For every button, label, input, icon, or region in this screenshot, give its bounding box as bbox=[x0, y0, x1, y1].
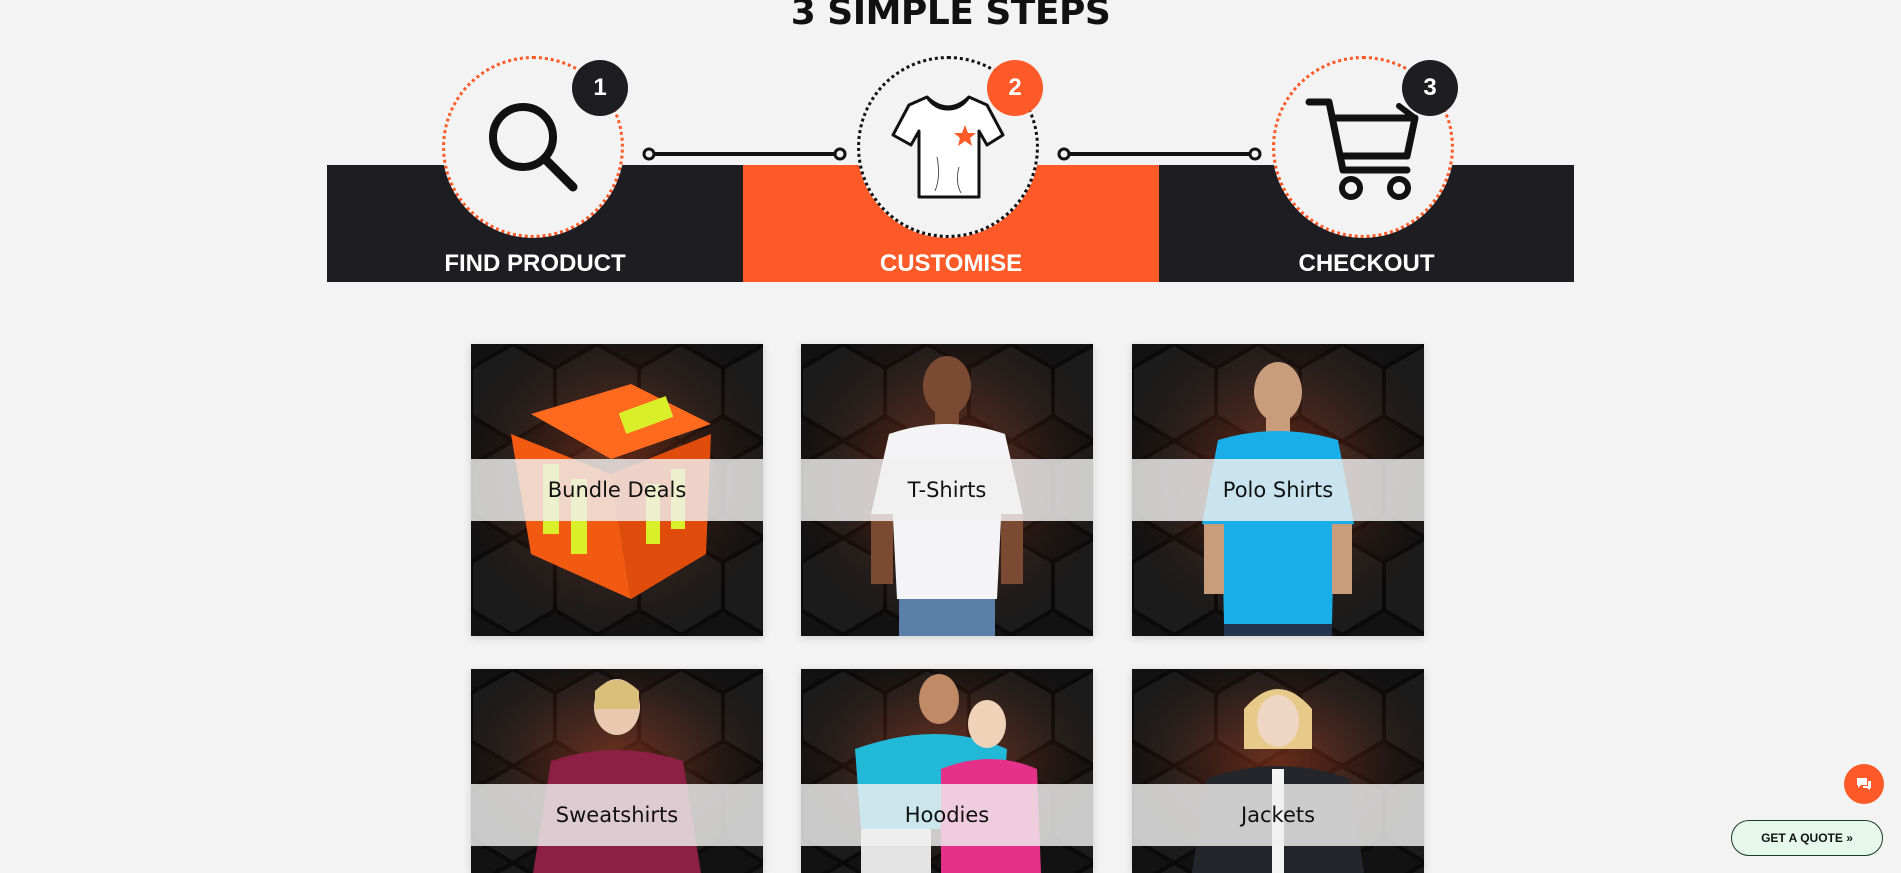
search-icon bbox=[489, 103, 578, 192]
shopping-cart-icon bbox=[1305, 98, 1419, 200]
category-label: Bundle Deals bbox=[547, 478, 687, 502]
steps-banner: FIND PRODUCT CUSTOMISE CHECKOUT 1 2 3 bbox=[327, 52, 1574, 282]
category-label: Hoodies bbox=[904, 803, 990, 827]
category-card-hoodies[interactable]: Hoodies bbox=[801, 669, 1093, 873]
category-card-t-shirts[interactable]: T-Shirts bbox=[801, 344, 1093, 636]
step-label-find: FIND PRODUCT bbox=[444, 250, 626, 277]
category-label-strip: Hoodies bbox=[801, 784, 1093, 846]
category-label-strip: Sweatshirts bbox=[471, 784, 763, 846]
category-label-strip: T-Shirts bbox=[801, 459, 1093, 521]
category-card-jackets[interactable]: Jackets bbox=[1132, 669, 1424, 873]
category-label: T-Shirts bbox=[907, 478, 987, 502]
get-a-quote-button[interactable]: GET A QUOTE » bbox=[1731, 820, 1883, 856]
category-card-bundle-deals[interactable]: Bundle Deals bbox=[471, 344, 763, 636]
category-card-sweatshirts[interactable]: Sweatshirts bbox=[471, 669, 763, 873]
tshirt-icon bbox=[891, 95, 1005, 199]
category-label-strip: Jackets bbox=[1132, 784, 1424, 846]
chat-icon bbox=[1857, 778, 1871, 790]
category-label: Sweatshirts bbox=[555, 803, 679, 827]
step-label-checkout: CHECKOUT bbox=[1298, 250, 1435, 277]
step-label-customise: CUSTOMISE bbox=[879, 250, 1023, 277]
step-connector bbox=[1057, 147, 1262, 161]
category-label-strip: Polo Shirts bbox=[1132, 459, 1424, 521]
chat-button[interactable] bbox=[1844, 764, 1884, 804]
category-label: Jackets bbox=[1240, 803, 1316, 827]
category-label: Polo Shirts bbox=[1222, 478, 1334, 502]
category-card-polo-shirts[interactable]: Polo Shirts bbox=[1132, 344, 1424, 636]
step-number-badge: 1 bbox=[572, 60, 628, 116]
step-number-badge: 2 bbox=[987, 60, 1043, 116]
section-title: 3 SIMPLE STEPS bbox=[790, 0, 1111, 33]
step-number-badge: 3 bbox=[1402, 60, 1458, 116]
category-label-strip: Bundle Deals bbox=[471, 459, 763, 521]
step-connector bbox=[642, 147, 847, 161]
